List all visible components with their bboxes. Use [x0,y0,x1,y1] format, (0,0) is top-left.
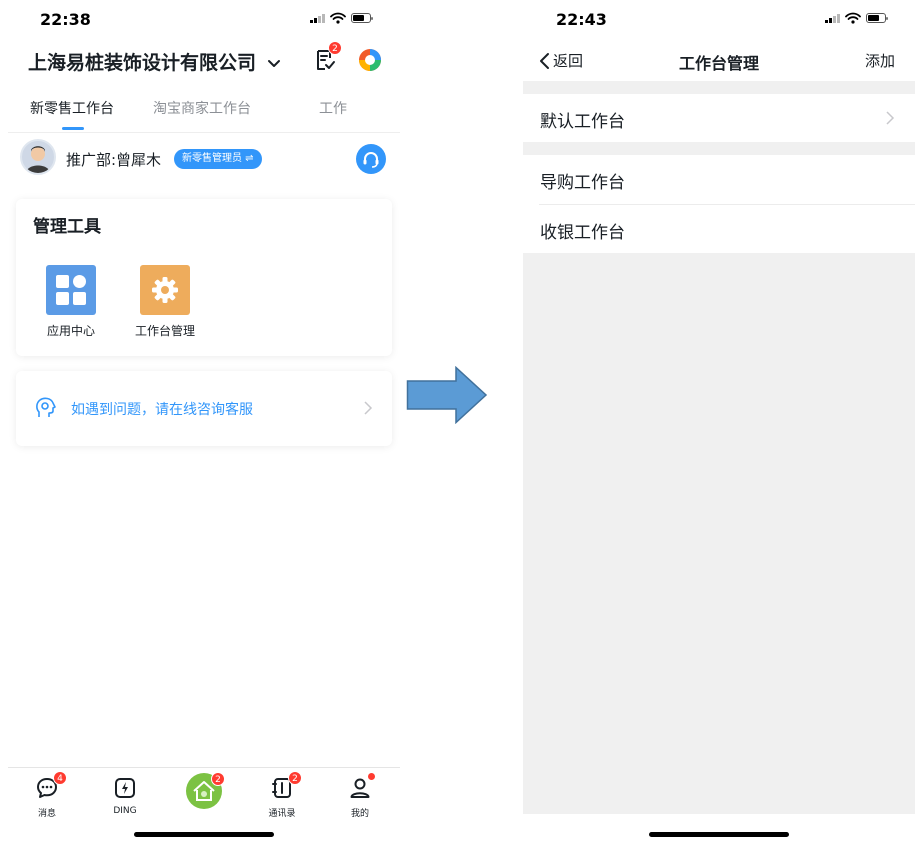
contacts-badge: 2 [288,771,302,785]
management-tools-card: 管理工具 应用中心 工作台管理 [16,199,392,356]
nav-item-ding[interactable]: DING [95,776,155,816]
card-title: 管理工具 [33,217,101,237]
empty-background [523,253,915,814]
todo-button[interactable]: 2 [313,41,342,72]
nav-item-contacts[interactable]: 2 通讯录 [252,771,312,819]
tool-label: 工作台管理 [134,324,195,338]
status-time: 22:43 [556,10,607,29]
add-button[interactable]: 添加 [865,50,895,71]
workbench-tabs: 新零售工作台 淘宝商家工作台 工作 [8,96,400,133]
left-phone-screen: 22:38 上海易桩装饰设计有限公司 2 新零售工作台 淘宝商家工作台 工作 推… [8,0,400,850]
customer-service-button[interactable] [356,144,386,174]
nav-label: DING [113,806,137,816]
avatar-person-icon [26,146,50,173]
help-head-icon [36,397,56,417]
status-icons [825,12,888,24]
status-icons [310,12,373,24]
headset-icon [363,152,379,168]
grid-icon [46,265,96,315]
user-info-row: 推广部:曾犀木 新零售管理员 ⇌ [8,138,400,182]
nav-label: 我的 [350,809,369,819]
section-gap [523,81,915,94]
help-card[interactable]: 如遇到问题，请在线咨询客服 [16,371,392,446]
messages-badge: 4 [53,771,67,785]
role-badge[interactable]: 新零售管理员 ⇌ [174,149,262,169]
nav-item-messages[interactable]: 4 消息 [17,771,77,819]
right-phone-screen: 22:43 返回 工作台管理 添加 默认工作台 导购工作台 收银工作台 [523,0,915,850]
status-time: 22:38 [40,10,91,29]
row-cashier-workbench[interactable]: 收银工作台 [523,205,915,253]
section-gap [523,142,915,155]
signal-icon [310,13,325,23]
avatar[interactable] [20,139,56,175]
workbench-management-tool[interactable]: 工作台管理 [125,265,205,339]
colorful-logo-icon [359,49,381,71]
row-default-workbench[interactable]: 默认工作台 [523,94,915,142]
row-label: 默认工作台 [540,112,625,132]
app-center-tool[interactable]: 应用中心 [31,265,111,339]
navigation-bar: 返回 工作台管理 添加 [523,40,915,80]
user-name: 推广部:曾犀木 [66,151,162,169]
nav-label: 消息 [37,809,56,819]
nav-item-profile[interactable]: 我的 [330,773,390,819]
workbench-badge: 2 [211,772,225,786]
app-logo-button[interactable] [358,48,382,72]
tool-label: 应用中心 [46,324,95,338]
todo-badge: 2 [328,41,342,55]
company-name: 上海易桩装饰设计有限公司 [28,52,257,74]
nav-item-workbench[interactable]: 2 [174,772,234,814]
row-label: 收银工作台 [540,223,625,243]
help-text: 如遇到问题，请在线咨询客服 [71,402,253,418]
gear-icon [140,265,190,315]
chevron-right-icon [364,401,373,415]
nav-label: 通讯录 [268,809,296,819]
bottom-navigation: 4 消息 DING 2 2 通讯录 我的 [8,767,400,819]
page-title: 工作台管理 [678,54,759,73]
wifi-icon [329,12,346,24]
wifi-icon [844,12,861,24]
battery-icon [865,13,888,23]
chevron-down-icon [267,59,280,67]
transition-arrow-icon [406,366,488,424]
profile-red-dot [368,773,375,780]
tab-work[interactable]: 工作 [319,98,347,118]
chevron-right-icon [886,111,895,125]
tab-taobao-merchant[interactable]: 淘宝商家工作台 [153,98,251,118]
signal-icon [825,13,840,23]
company-selector[interactable]: 上海易桩装饰设计有限公司 [28,48,281,75]
row-label: 导购工作台 [540,173,625,193]
home-indicator [649,832,789,837]
profile-icon [350,778,370,798]
battery-icon [350,13,373,23]
tab-new-retail[interactable]: 新零售工作台 [30,98,114,118]
ding-icon [115,778,135,798]
active-tab-indicator [62,127,84,130]
row-shopping-guide-workbench[interactable]: 导购工作台 [523,155,915,203]
home-indicator [134,832,274,837]
